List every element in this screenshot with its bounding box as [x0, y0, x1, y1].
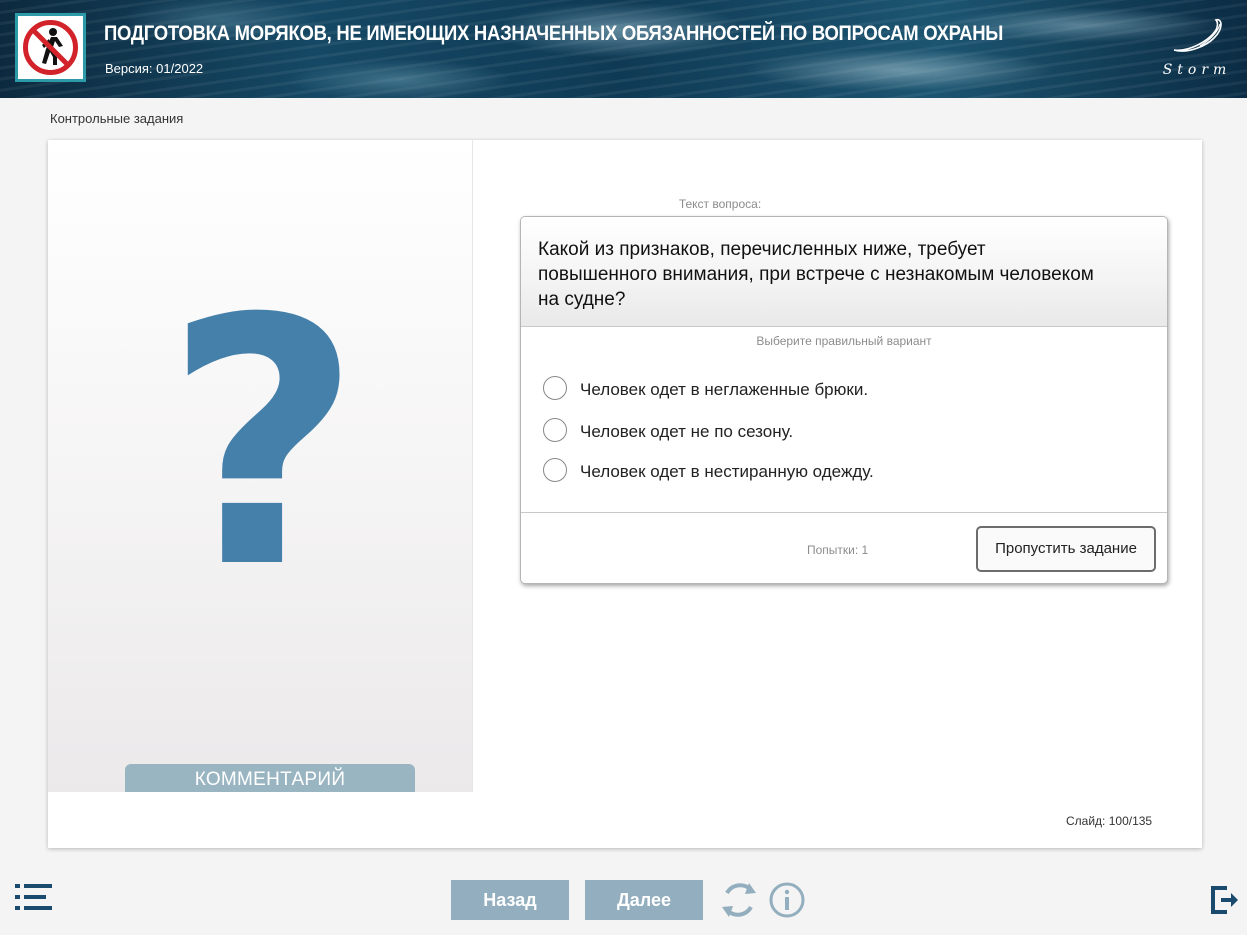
course-logo: [15, 13, 86, 82]
question-instruction: Выберите правильный вариант: [756, 334, 932, 348]
answer-option-label: Человек одет в нестиранную одежду.: [580, 462, 874, 481]
breadcrumb: Контрольные задания: [50, 111, 184, 126]
radio-button[interactable]: [543, 418, 567, 442]
menu-list-icon[interactable]: [15, 883, 53, 911]
question-text: Какой из признаков, перечисленных ниже, …: [538, 239, 1094, 310]
attempts-counter: Попытки: 1: [807, 543, 869, 557]
answer-option-label: Человек одет в неглаженные брюки.: [580, 380, 869, 399]
next-button[interactable]: Далее: [585, 880, 703, 920]
info-icon[interactable]: [768, 881, 806, 919]
course-version: Версия: 01/2022: [105, 61, 204, 76]
illustration-panel: ? КОММЕНТАРИЙ: [48, 140, 473, 792]
answer-option-1[interactable]: Человек одет в неглаженные брюки.: [543, 376, 1103, 402]
back-button[interactable]: Назад: [451, 880, 569, 920]
radio-button[interactable]: [543, 376, 567, 400]
answer-option-label: Человек одет не по сезону.: [580, 422, 794, 441]
svg-text:Storm: Storm: [1163, 62, 1232, 78]
question-footer: Попытки: 1 Пропустить задание: [521, 512, 1167, 583]
course-title: ПОДГОТОВКА МОРЯКОВ, НЕ ИМЕЮЩИХ НАЗНАЧЕНН…: [104, 22, 1004, 45]
slide-content: ? КОММЕНТАРИЙ Текст вопроса: Какой из пр…: [48, 140, 1202, 848]
reload-icon[interactable]: [719, 879, 759, 921]
answer-option-2[interactable]: Человек одет не по сезону.: [543, 418, 1103, 444]
slide-counter: Слайд: 100/135: [1066, 814, 1153, 828]
storm-brand-logo: Storm: [1163, 18, 1232, 78]
skip-task-button[interactable]: Пропустить задание: [976, 526, 1156, 572]
question-label: Текст вопроса:: [678, 197, 762, 211]
exit-icon[interactable]: [1211, 886, 1239, 914]
radio-button[interactable]: [543, 458, 567, 482]
question-mark-icon: ?: [164, 247, 362, 643]
comment-button[interactable]: КОММЕНТАРИЙ: [125, 764, 415, 792]
answer-option-3[interactable]: Человек одет в нестиранную одежду.: [543, 458, 1103, 484]
header: ПОДГОТОВКА МОРЯКОВ, НЕ ИМЕЮЩИХ НАЗНАЧЕНН…: [0, 0, 1247, 98]
question-header: Какой из признаков, перечисленных ниже, …: [521, 217, 1167, 327]
no-pedestrian-sign-icon: [23, 20, 78, 75]
question-card: Какой из признаков, перечисленных ниже, …: [520, 216, 1168, 584]
